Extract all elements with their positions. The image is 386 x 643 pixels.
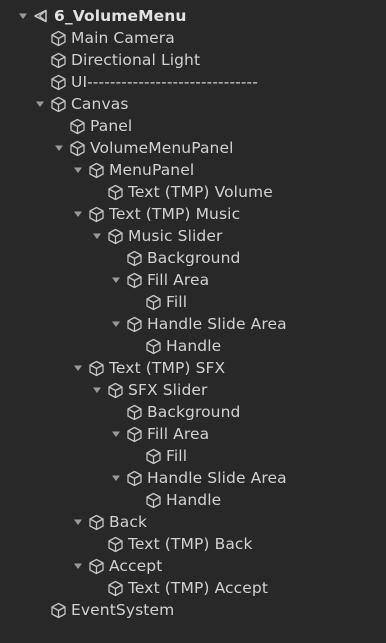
- hierarchy-item-handle-slide-area[interactable]: Handle Slide Area: [0, 467, 386, 489]
- hierarchy-item-fill-area[interactable]: Fill Area: [0, 423, 386, 445]
- gameobject-cube-icon: [88, 511, 106, 533]
- hierarchy-item-menupanel[interactable]: MenuPanel: [0, 159, 386, 181]
- expand-arrow-icon[interactable]: [72, 159, 84, 181]
- scene-row[interactable]: 6_VolumeMenu: [0, 5, 386, 27]
- item-label: Handle: [166, 491, 222, 509]
- item-label: Text (TMP) SFX: [109, 359, 226, 377]
- hierarchy-item-directional-light[interactable]: Directional Light: [0, 49, 386, 71]
- item-label: Panel: [90, 117, 133, 135]
- hierarchy-item-handle-slide-area[interactable]: Handle Slide Area: [0, 313, 386, 335]
- gameobject-cube-icon: [145, 291, 163, 313]
- item-label: UI------------------------------: [71, 73, 258, 91]
- item-label: Handle: [166, 337, 222, 355]
- item-label: Text (TMP) Back: [128, 535, 253, 553]
- item-label: Text (TMP) Music: [109, 205, 241, 223]
- gameobject-cube-icon: [126, 467, 144, 489]
- gameobject-cube-icon: [50, 49, 68, 71]
- gameobject-cube-icon: [107, 533, 125, 555]
- item-label: Fill: [166, 447, 188, 465]
- hierarchy-item-text-tmp-sfx[interactable]: Text (TMP) SFX: [0, 357, 386, 379]
- hierarchy-item-accept[interactable]: Accept: [0, 555, 386, 577]
- gameobject-cube-icon: [126, 269, 144, 291]
- gameobject-cube-icon: [69, 115, 87, 137]
- item-label: Handle Slide Area: [147, 469, 287, 487]
- expand-arrow-icon[interactable]: [110, 423, 122, 445]
- gameobject-cube-icon: [126, 401, 144, 423]
- expand-arrow-icon[interactable]: [110, 269, 122, 291]
- gameobject-cube-icon: [107, 225, 125, 247]
- hierarchy-item-panel[interactable]: Panel: [0, 115, 386, 137]
- hierarchy-item-background[interactable]: Background: [0, 401, 386, 423]
- hierarchy-item-main-camera[interactable]: Main Camera: [0, 27, 386, 49]
- expand-arrow-icon[interactable]: [91, 379, 103, 401]
- gameobject-cube-icon: [50, 27, 68, 49]
- hierarchy-item-music-slider[interactable]: Music Slider: [0, 225, 386, 247]
- gameobject-cube-icon: [50, 93, 68, 115]
- hierarchy-item-ui-separator[interactable]: UI------------------------------: [0, 71, 386, 93]
- item-label: EventSystem: [71, 601, 175, 619]
- gameobject-cube-icon: [107, 577, 125, 599]
- expand-arrow-icon[interactable]: [72, 203, 84, 225]
- hierarchy-item-handle[interactable]: Handle: [0, 335, 386, 357]
- item-label: Background: [147, 249, 241, 267]
- hierarchy-item-fill[interactable]: Fill: [0, 445, 386, 467]
- unity-scene-icon: [33, 5, 51, 27]
- gameobject-cube-icon: [88, 555, 106, 577]
- item-label: Fill Area: [147, 271, 210, 289]
- expand-arrow-icon[interactable]: [110, 313, 122, 335]
- hierarchy-item-eventsystem[interactable]: EventSystem: [0, 599, 386, 621]
- hierarchy-item-handle[interactable]: Handle: [0, 489, 386, 511]
- item-label: Background: [147, 403, 241, 421]
- expand-arrow-icon[interactable]: [34, 93, 46, 115]
- hierarchy-panel: 6_VolumeMenu Main Camera Directional Lig…: [0, 0, 386, 643]
- gameobject-cube-icon: [145, 489, 163, 511]
- expand-arrow-icon[interactable]: [91, 225, 103, 247]
- item-label: Text (TMP) Accept: [128, 579, 269, 597]
- gameobject-cube-icon: [126, 247, 144, 269]
- expand-arrow-icon[interactable]: [53, 137, 65, 159]
- gameobject-cube-icon: [107, 181, 125, 203]
- item-label: Fill Area: [147, 425, 210, 443]
- gameobject-cube-icon: [126, 313, 144, 335]
- hierarchy-item-background[interactable]: Background: [0, 247, 386, 269]
- gameobject-cube-icon: [69, 137, 87, 159]
- gameobject-cube-icon: [88, 357, 106, 379]
- gameobject-cube-icon: [145, 335, 163, 357]
- hierarchy-item-sfx-slider[interactable]: SFX Slider: [0, 379, 386, 401]
- item-label: SFX Slider: [128, 381, 208, 399]
- gameobject-cube-icon: [126, 423, 144, 445]
- hierarchy-item-volumemenupanel[interactable]: VolumeMenuPanel: [0, 137, 386, 159]
- gameobject-cube-icon: [50, 599, 68, 621]
- hierarchy-item-text-tmp-accept[interactable]: Text (TMP) Accept: [0, 577, 386, 599]
- gameobject-cube-icon: [88, 203, 106, 225]
- hierarchy-item-text-tmp-volume[interactable]: Text (TMP) Volume: [0, 181, 386, 203]
- item-label: Fill: [166, 293, 188, 311]
- item-label: Music Slider: [128, 227, 223, 245]
- gameobject-cube-icon: [50, 71, 68, 93]
- hierarchy-item-fill-area[interactable]: Fill Area: [0, 269, 386, 291]
- item-label: VolumeMenuPanel: [90, 139, 234, 157]
- item-label: Main Camera: [71, 29, 175, 47]
- hierarchy-item-canvas[interactable]: Canvas: [0, 93, 386, 115]
- hierarchy-item-text-tmp-back[interactable]: Text (TMP) Back: [0, 533, 386, 555]
- item-label: Accept: [109, 557, 163, 575]
- gameobject-cube-icon: [107, 379, 125, 401]
- expand-arrow-icon[interactable]: [17, 5, 29, 27]
- expand-arrow-icon[interactable]: [72, 357, 84, 379]
- expand-arrow-icon[interactable]: [72, 555, 84, 577]
- item-label: Back: [109, 513, 148, 531]
- item-label: Canvas: [71, 95, 129, 113]
- hierarchy-item-back[interactable]: Back: [0, 511, 386, 533]
- item-label: Handle Slide Area: [147, 315, 287, 333]
- item-label: Directional Light: [71, 51, 201, 69]
- gameobject-cube-icon: [88, 159, 106, 181]
- expand-arrow-icon[interactable]: [72, 511, 84, 533]
- scene-name: 6_VolumeMenu: [54, 7, 187, 25]
- item-label: MenuPanel: [109, 161, 195, 179]
- gameobject-cube-icon: [145, 445, 163, 467]
- item-label: Text (TMP) Volume: [128, 183, 273, 201]
- hierarchy-item-text-tmp-music[interactable]: Text (TMP) Music: [0, 203, 386, 225]
- hierarchy-item-fill[interactable]: Fill: [0, 291, 386, 313]
- expand-arrow-icon[interactable]: [110, 467, 122, 489]
